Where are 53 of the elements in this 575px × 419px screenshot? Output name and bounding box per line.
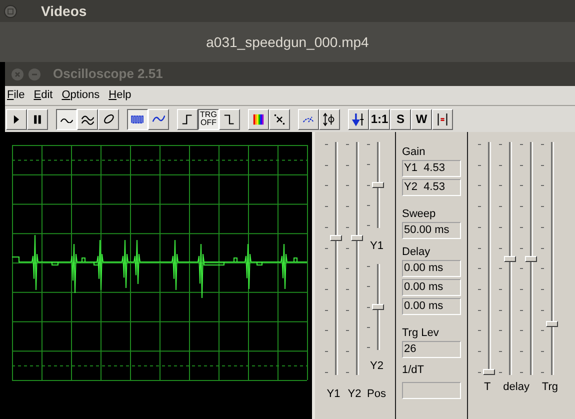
readout-field: Y1 4.53 bbox=[402, 160, 461, 177]
menu-item[interactable]: Edit bbox=[34, 87, 53, 104]
slider-label: Trg bbox=[542, 380, 558, 395]
slider-thumb[interactable] bbox=[372, 182, 384, 188]
toolbar-button[interactable]: S bbox=[390, 108, 411, 130]
slider-thumb[interactable] bbox=[372, 304, 384, 310]
vertical-slider[interactable] bbox=[372, 142, 384, 228]
menu-item[interactable]: File bbox=[7, 87, 25, 104]
slider-thumb[interactable] bbox=[525, 256, 537, 262]
field-label: 1/dT bbox=[402, 363, 426, 378]
slider-thumb[interactable] bbox=[546, 321, 558, 328]
vertical-slider[interactable] bbox=[525, 142, 537, 375]
double-wave-icon bbox=[80, 114, 94, 124]
slider-label: delay bbox=[503, 380, 530, 395]
readout-field: Y2 4.53 bbox=[402, 179, 461, 196]
vertical-slider[interactable] bbox=[372, 264, 384, 350]
menu-item[interactable]: Help bbox=[108, 87, 132, 104]
slider-label: Y2 bbox=[369, 359, 384, 374]
vertical-slider[interactable] bbox=[351, 142, 363, 375]
wave-icon bbox=[152, 114, 166, 124]
readout-field: 26 bbox=[402, 341, 461, 358]
vertical-slider[interactable] bbox=[504, 142, 516, 375]
toolbar-button[interactable]: 1:1 bbox=[369, 108, 390, 130]
menu-item[interactable]: Options bbox=[62, 87, 100, 104]
toolbar-button[interactable]: TRG OFF bbox=[198, 108, 219, 130]
slider-thumb[interactable] bbox=[351, 235, 363, 242]
toolbar-button[interactable] bbox=[127, 108, 148, 130]
vertical-slider[interactable] bbox=[546, 142, 558, 375]
field-label: Gain bbox=[402, 145, 426, 160]
readout-field: 0.00 ms bbox=[402, 279, 461, 296]
vertical-slider[interactable] bbox=[483, 142, 495, 375]
toolbar-button[interactable] bbox=[56, 108, 77, 130]
ellipse-icon bbox=[102, 113, 114, 125]
field-label: Trg Lev bbox=[402, 326, 440, 341]
window-title: Oscilloscope 2.51 bbox=[53, 65, 163, 84]
slider-thumb[interactable] bbox=[330, 235, 342, 242]
slider-thumb[interactable] bbox=[504, 256, 516, 262]
video-file-name: a031_speedgun_000.mp4 bbox=[206, 32, 369, 52]
vertical-slider[interactable] bbox=[330, 142, 342, 375]
toolbar-button[interactable]: W bbox=[411, 108, 432, 130]
slider-label: Y1 bbox=[369, 239, 384, 254]
slider-label: T bbox=[484, 380, 491, 395]
readout-field: 0.00 ms bbox=[402, 298, 461, 315]
field-label: Sweep bbox=[402, 207, 437, 222]
readout-field: 50.00 ms bbox=[402, 222, 461, 239]
app-title: Videos bbox=[41, 2, 87, 20]
slider-label: Y2 bbox=[346, 387, 362, 402]
field-label: Delay bbox=[402, 245, 432, 260]
readout-field bbox=[402, 382, 461, 399]
slider-label: Y1 bbox=[326, 387, 342, 402]
slider-thumb[interactable] bbox=[483, 369, 495, 375]
readout-field: 0.00 ms bbox=[402, 260, 461, 277]
slider-label: Pos bbox=[367, 387, 386, 402]
